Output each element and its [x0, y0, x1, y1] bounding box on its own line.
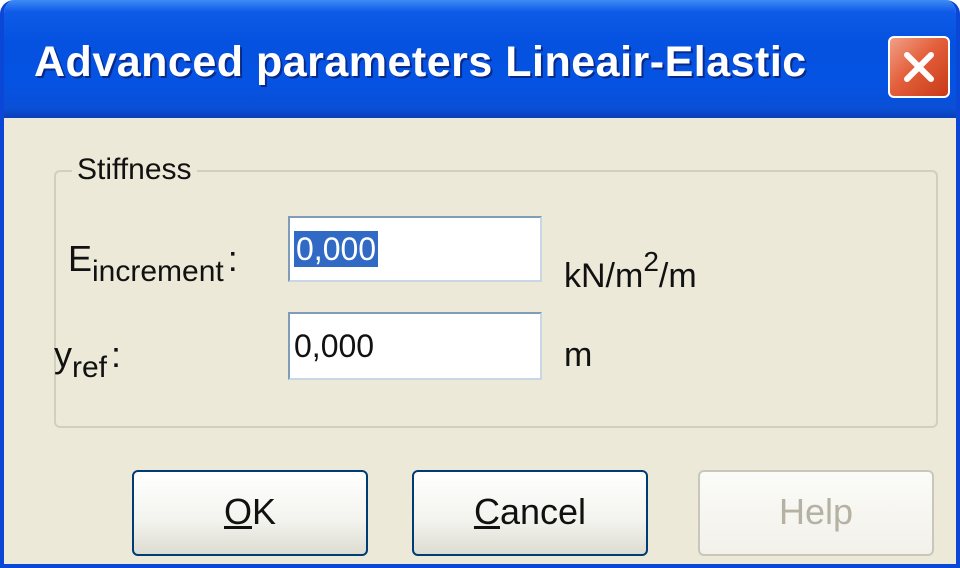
help-button[interactable]: Help — [698, 470, 934, 556]
e-increment-unit: kN/m2/m — [564, 246, 697, 296]
cancel-label-rest: ancel — [499, 491, 587, 532]
y-ref-input[interactable]: 0,000 — [288, 312, 542, 380]
ok-mnemonic: O — [223, 491, 252, 532]
close-button[interactable] — [888, 36, 950, 98]
e-increment-input[interactable]: 0,000 — [288, 216, 542, 282]
y-ref-label: yref: — [54, 334, 121, 385]
stiffness-group-label: Stiffness — [72, 152, 197, 188]
e-increment-symbol: E — [68, 238, 93, 279]
stiffness-groupbox: Stiffness — [54, 152, 938, 428]
cancel-mnemonic: C — [473, 491, 500, 532]
y-ref-subscript: ref — [72, 351, 108, 384]
e-increment-value: 0,000 — [294, 231, 379, 267]
e-increment-unit-suffix: /m — [658, 257, 697, 295]
y-ref-symbol: y — [54, 334, 72, 375]
e-increment-unit-exponent: 2 — [643, 246, 659, 277]
e-increment-label: Eincrement: — [68, 238, 238, 289]
e-increment-colon: : — [227, 238, 238, 279]
cancel-button[interactable]: Cancel — [412, 470, 648, 556]
e-increment-subscript: increment — [92, 255, 224, 288]
dialog-window: Advanced parameters Lineair-Elastic Stif… — [0, 0, 960, 568]
close-icon — [904, 52, 934, 82]
help-label: Help — [778, 491, 854, 532]
e-increment-unit-prefix: kN/m — [564, 257, 644, 295]
y-ref-unit: m — [564, 336, 593, 374]
ok-label-rest: K — [252, 491, 277, 532]
window-title: Advanced parameters Lineair-Elastic — [34, 38, 807, 86]
y-ref-value: 0,000 — [294, 328, 375, 364]
title-bar[interactable]: Advanced parameters Lineair-Elastic — [4, 0, 956, 118]
y-ref-colon: : — [111, 334, 122, 375]
ok-button[interactable]: OK — [132, 470, 368, 556]
